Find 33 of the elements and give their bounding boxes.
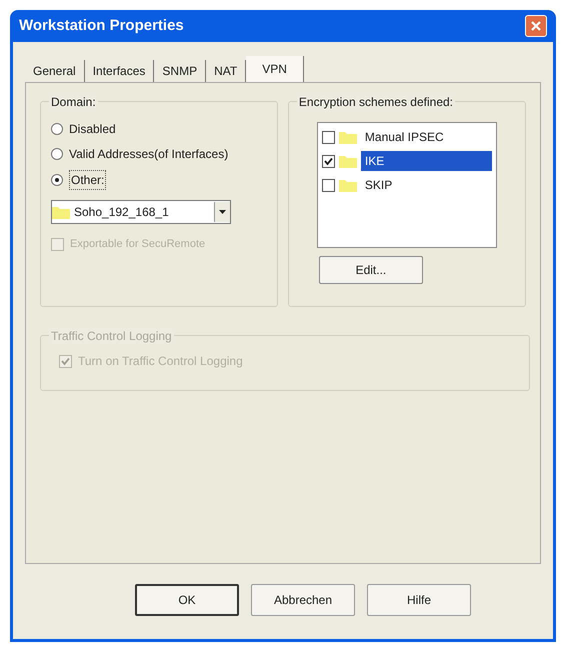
dialog-button[interactable]: Hilfe xyxy=(367,584,471,616)
checkbox[interactable] xyxy=(322,130,335,144)
checkmark-icon xyxy=(324,156,333,166)
group-label: Encryption schemes defined: xyxy=(296,93,456,111)
checkbox[interactable] xyxy=(322,154,335,168)
domain-dropdown[interactable]: Soho_192_168_1 xyxy=(51,200,231,224)
radio-button[interactable] xyxy=(51,123,63,135)
radio-label: Valid Addresses(of Interfaces) xyxy=(69,146,228,163)
close-icon xyxy=(531,21,541,31)
folder-icon xyxy=(338,130,357,144)
group-label: Traffic Control Logging xyxy=(49,327,174,345)
folder-icon xyxy=(338,178,357,192)
checkmark-icon xyxy=(61,356,70,366)
dialog-button[interactable]: Abbrechen xyxy=(251,584,355,616)
checkbox-label: Exportable for SecuRemote xyxy=(70,237,206,252)
checkbox[interactable] xyxy=(322,178,335,192)
tab[interactable]: VPN xyxy=(246,56,304,82)
close-button[interactable] xyxy=(525,15,547,37)
radio-label: Disabled xyxy=(69,121,116,138)
radio-label: Other: xyxy=(69,170,106,190)
group-label: Domain: xyxy=(49,93,98,111)
edit-button[interactable]: Edit... xyxy=(318,256,423,284)
dialog-button[interactable]: OK xyxy=(135,584,239,616)
checkbox-label: Turn on Traffic Control Logging xyxy=(78,353,243,370)
radio-button[interactable] xyxy=(51,174,63,186)
window-title: Workstation Properties xyxy=(19,16,184,36)
scheme-item[interactable]: SKIP xyxy=(360,175,492,195)
scheme-item[interactable]: IKE xyxy=(360,151,492,171)
folder-icon xyxy=(52,205,70,219)
radio-button[interactable] xyxy=(51,148,63,160)
scheme-item[interactable]: Manual IPSEC xyxy=(360,127,492,147)
dropdown-value: Soho_192_168_1 xyxy=(74,204,170,221)
folder-icon xyxy=(338,154,357,168)
